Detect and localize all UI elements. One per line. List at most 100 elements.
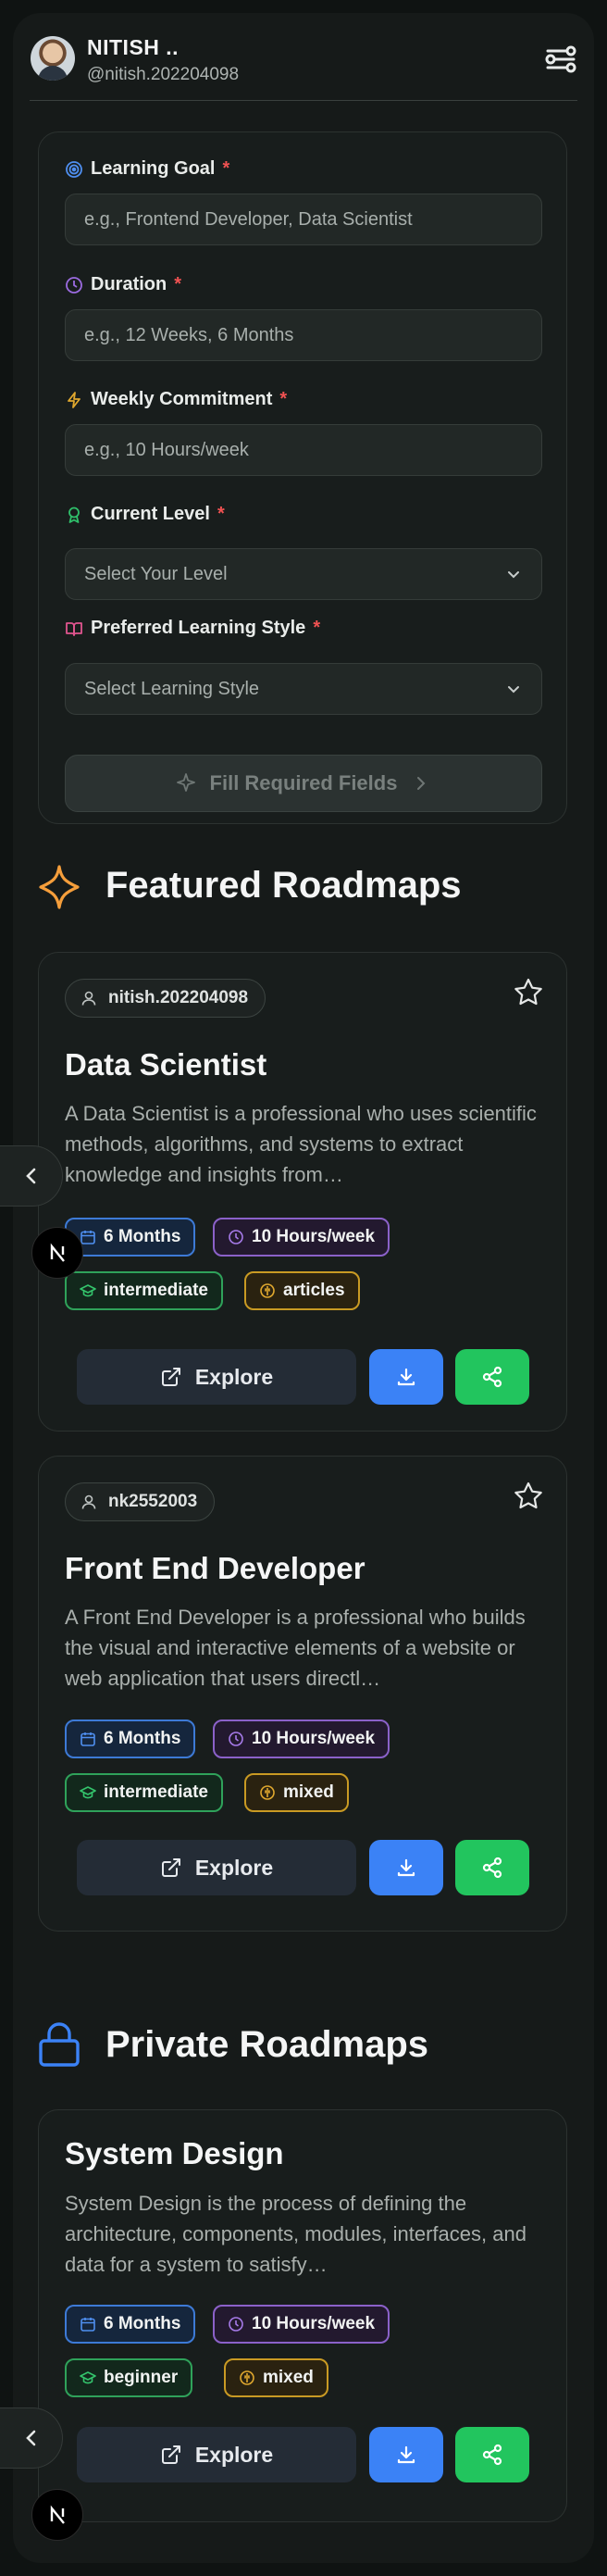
roadmap-title: Data Scientist	[65, 1047, 267, 1082]
roadmap-description: System Design is the process of defining…	[65, 2192, 526, 2276]
brain-icon	[260, 1283, 275, 1298]
explore-button[interactable]: Explore	[77, 1349, 356, 1405]
settings-toggle-icon[interactable]	[542, 41, 579, 78]
hours-value: 10 Hours/week	[252, 2314, 376, 2333]
n-letter-icon	[50, 1243, 65, 1262]
external-link-icon	[161, 2445, 180, 2464]
nextjs-logo-icon[interactable]	[31, 2489, 83, 2541]
duration-input[interactable]: e.g., 12 Weeks, 6 Months	[65, 309, 542, 361]
sidebar-toggle[interactable]	[0, 1145, 63, 1207]
download-icon	[397, 1858, 415, 1877]
nextjs-logo-icon[interactable]	[31, 1227, 83, 1279]
level-value: beginner	[104, 2368, 179, 2387]
duration-badge: 6 Months	[65, 2305, 196, 2344]
app-frame: NITISH .. @nitish.202204098 Learning Goa…	[13, 13, 594, 2563]
download-button[interactable]	[369, 1349, 443, 1405]
share-button[interactable]	[455, 1349, 529, 1405]
lightning-icon	[68, 391, 81, 408]
sparkle-icon	[39, 865, 80, 909]
clock-icon	[229, 1230, 243, 1244]
roadmap-description: A Data Scientist is a professional who u…	[65, 1102, 537, 1186]
star-icon[interactable]	[513, 977, 544, 1008]
level-badge: beginner	[65, 2358, 193, 2397]
current-level-select[interactable]: Select Your Level	[65, 548, 542, 600]
duration-badge: 6 Months	[65, 1719, 196, 1758]
fill-required-fields-label: Fill Required Fields	[209, 771, 398, 794]
lock-icon	[39, 2022, 80, 2067]
n-letter-icon	[50, 2505, 65, 2524]
level-badge: intermediate	[65, 1773, 223, 1812]
share-icon	[482, 2444, 502, 2466]
hours-value: 10 Hours/week	[252, 1227, 376, 1246]
current-level-value: Select Your Level	[84, 563, 228, 584]
clock-icon	[66, 276, 82, 294]
explore-label: Explore	[194, 1855, 274, 1880]
roadmap-card: System Design System Design is the proce…	[38, 2109, 567, 2522]
download-icon	[397, 2445, 415, 2464]
private-roadmaps-title: Private Roadmaps	[105, 2024, 429, 2065]
user-icon	[81, 991, 96, 1006]
hours-badge: 10 Hours/week	[213, 1719, 390, 1758]
roadmap-form: Learning Goal * e.g., Frontend Developer,…	[38, 131, 567, 824]
clock-icon	[229, 2317, 243, 2332]
roadmap-title: System Design	[65, 2136, 284, 2170]
learning-goal-input[interactable]: e.g., Frontend Developer, Data Scientist	[65, 194, 542, 245]
weekly-commitment-label-text: Weekly Commitment	[91, 389, 273, 409]
share-icon	[482, 1857, 502, 1879]
featured-roadmaps-title: Featured Roadmaps	[105, 865, 462, 906]
required-marker: *	[279, 389, 288, 409]
roadmap-description: A Front End Developer is a professional …	[65, 1606, 526, 1690]
duration-value: 6 Months	[104, 2314, 181, 2333]
level-value: intermediate	[104, 1782, 208, 1802]
chevron-left-icon	[25, 1168, 35, 1184]
clock-icon	[229, 1732, 243, 1746]
chevron-down-icon	[508, 686, 519, 694]
hours-value: 10 Hours/week	[252, 1729, 376, 1748]
current-level-label: Current Level *	[65, 504, 225, 525]
explore-label: Explore	[194, 2442, 274, 2467]
award-icon	[68, 506, 80, 523]
author-name: nk2552003	[108, 1492, 198, 1511]
chevron-down-icon	[508, 571, 519, 579]
header: NITISH .. @nitish.202204098	[13, 13, 594, 102]
weekly-commitment-input[interactable]: e.g., 10 Hours/week	[65, 424, 542, 476]
learning-style-label-text: Preferred Learning Style	[91, 618, 306, 638]
duration-value: 6 Months	[104, 1729, 181, 1748]
required-marker: *	[217, 504, 225, 524]
learning-goal-label-text: Learning Goal	[91, 158, 216, 179]
author-chip[interactable]: nk2552003	[65, 1482, 216, 1521]
learning-style-select[interactable]: Select Learning Style	[65, 663, 542, 715]
weekly-commitment-label: Weekly Commitment *	[65, 389, 287, 410]
learning-style-label: Preferred Learning Style *	[65, 618, 320, 639]
explore-label: Explore	[194, 1364, 274, 1389]
download-icon	[397, 1368, 415, 1386]
header-divider	[30, 100, 577, 101]
style-value: mixed	[263, 2368, 314, 2387]
download-button[interactable]	[369, 1840, 443, 1895]
style-badge: mixed	[224, 2358, 328, 2397]
avatar[interactable]	[31, 36, 75, 81]
roadmap-card: nk2552003 Front End Developer A Front En…	[38, 1456, 567, 1932]
user-handle: @nitish.202204098	[87, 65, 240, 84]
fill-required-fields-button[interactable]: Fill Required Fields	[65, 755, 542, 812]
download-button[interactable]	[369, 2427, 443, 2482]
explore-button[interactable]: Explore	[77, 1840, 356, 1895]
sidebar-toggle[interactable]	[0, 2407, 63, 2469]
hours-badge: 10 Hours/week	[213, 1218, 390, 1257]
explore-button[interactable]: Explore	[77, 2427, 356, 2482]
author-chip[interactable]: nitish.202204098	[65, 979, 266, 1018]
brain-icon	[260, 1785, 275, 1800]
style-value: articles	[283, 1281, 345, 1300]
calendar-icon	[81, 1732, 95, 1746]
required-marker: *	[222, 158, 230, 179]
learning-goal-placeholder: e.g., Frontend Developer, Data Scientist	[84, 208, 413, 230]
share-button[interactable]	[455, 1840, 529, 1895]
calendar-icon	[81, 2318, 95, 2332]
duration-badge: 6 Months	[65, 1218, 196, 1257]
external-link-icon	[161, 1858, 180, 1877]
duration-value: 6 Months	[104, 1227, 181, 1246]
chevron-right-icon	[417, 777, 426, 790]
share-button[interactable]	[455, 2427, 529, 2482]
learning-style-value: Select Learning Style	[84, 678, 260, 699]
star-icon[interactable]	[513, 1481, 544, 1512]
